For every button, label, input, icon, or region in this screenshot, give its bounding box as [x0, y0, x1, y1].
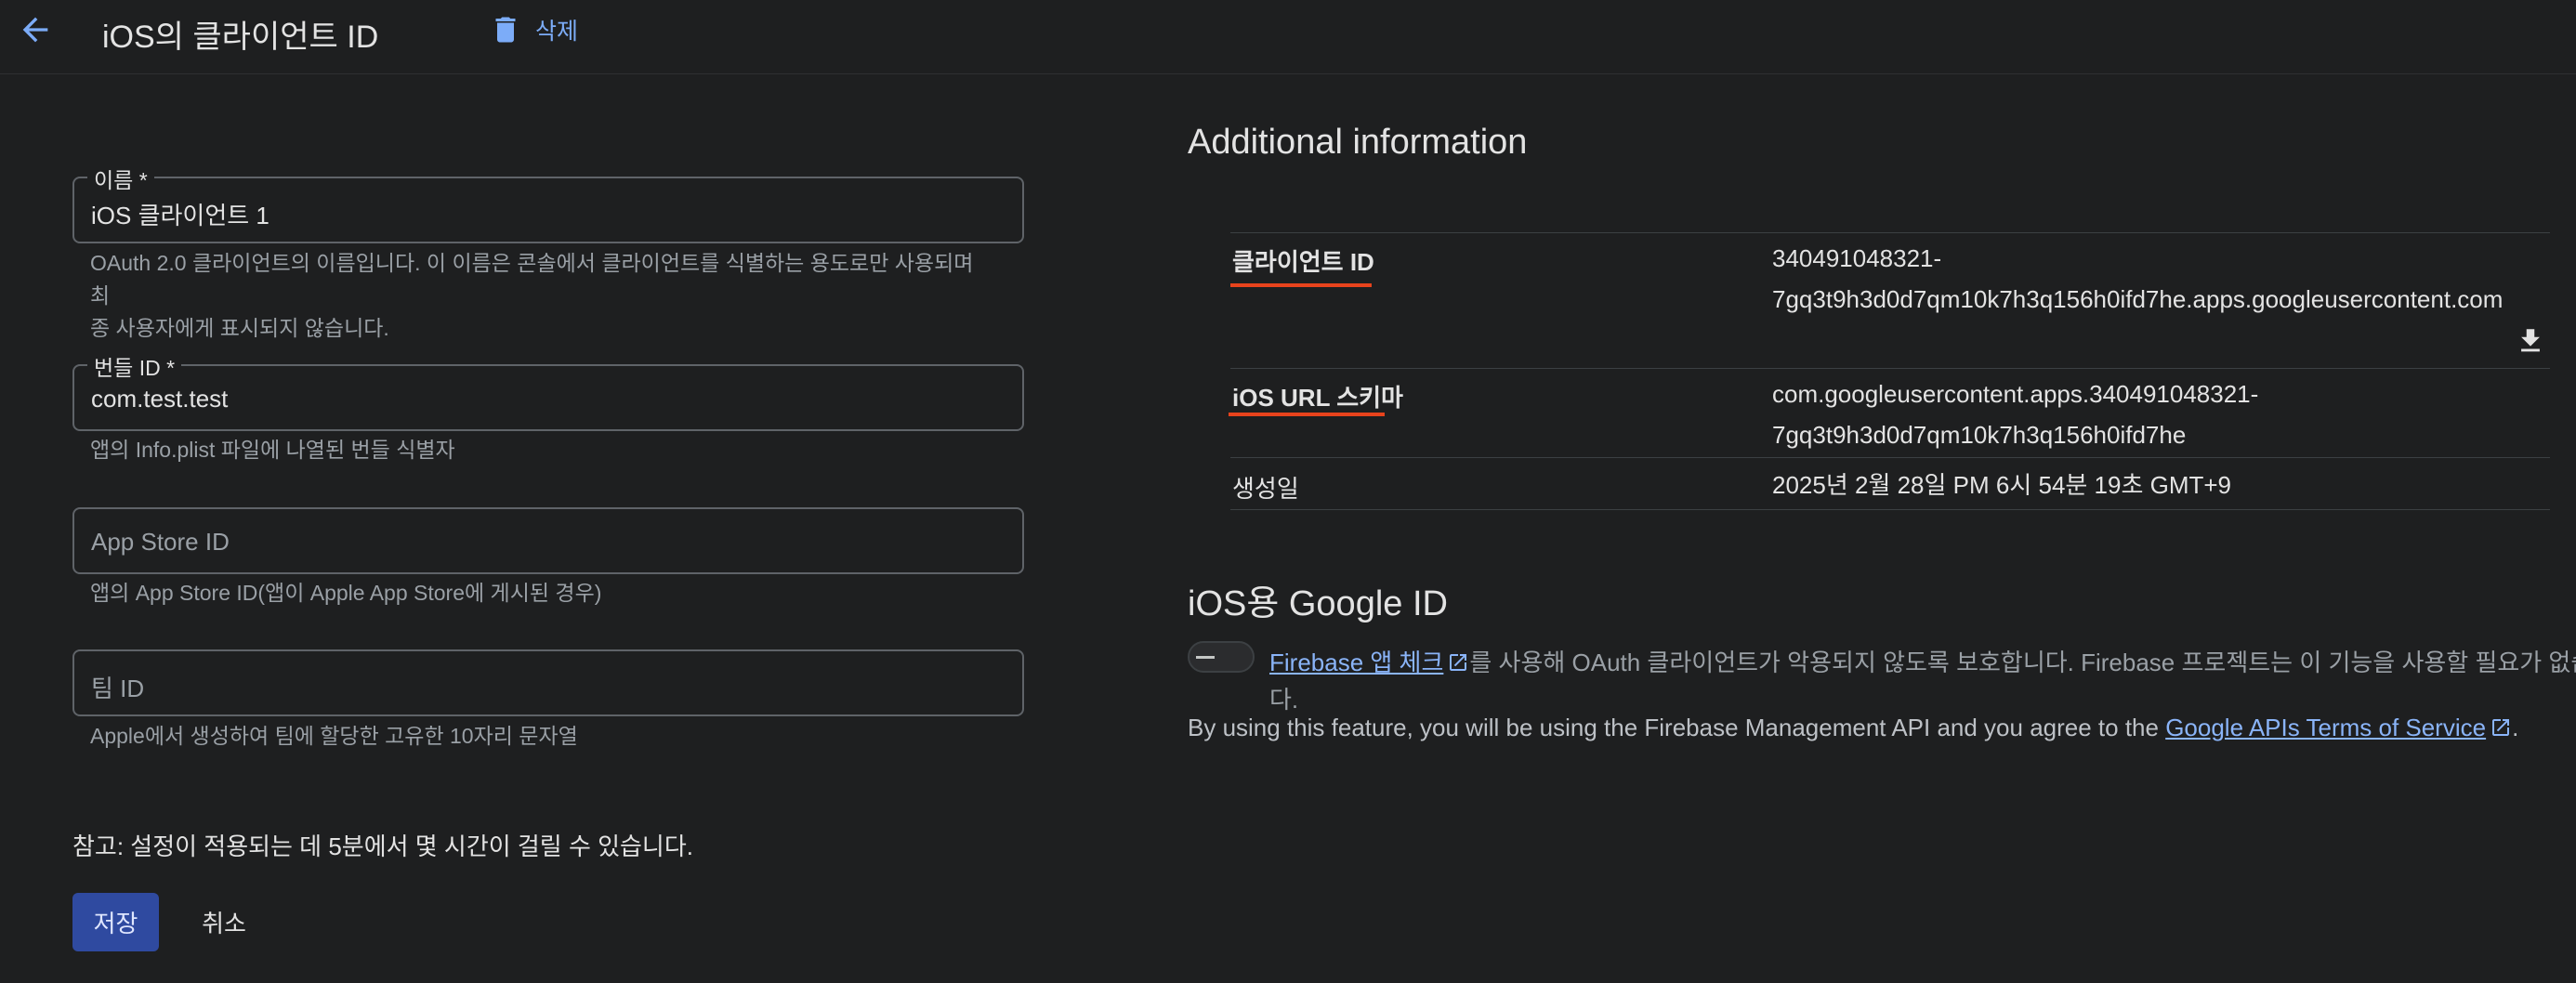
firebase-app-check-link[interactable]: Firebase 앱 체크 [1269, 649, 1443, 676]
google-id-desc-line2: 다. [1269, 686, 1299, 714]
name-hint-line2: 종 사용자에게 표시되지 않습니다. [90, 316, 389, 340]
client-id-line1: 340491048321- [1772, 244, 1942, 272]
url-scheme-line2: 7gq3t9h3d0d7qm10k7h3q156h0ifd7he [1772, 421, 2187, 449]
bundle-id-value: com.test.test [91, 385, 229, 413]
team-id-placeholder: 팀 ID [91, 675, 145, 702]
terms-suffix: . [2512, 714, 2519, 741]
google-id-desc-line1: Firebase 앱 체크 를 사용해 OAuth 클라이언트가 악용되지 않도록… [1269, 644, 2576, 678]
save-button[interactable]: 저장 [72, 893, 159, 951]
download-icon[interactable] [2515, 325, 2546, 357]
client-id-key: 클라이언트 ID [1232, 248, 1374, 276]
bundle-id-label: 번들 ID * [87, 350, 182, 382]
name-value: iOS 클라이언트 1 [91, 202, 269, 229]
name-field[interactable]: 이름 * iOS 클라이언트 1 [72, 163, 1024, 243]
divider [1230, 457, 2550, 458]
client-id-value: 340491048321- 7gq3t9h3d0d7qm10k7h3q156h0… [1772, 238, 2503, 320]
app-store-id-placeholder: App Store ID [91, 528, 230, 556]
terms-line: By using this feature, you will be using… [1188, 714, 2518, 742]
bundle-id-field[interactable]: 번들 ID * com.test.test [72, 350, 1024, 431]
back-button[interactable] [13, 7, 58, 52]
additional-info-title: Additional information [1188, 123, 1528, 162]
arrow-left-icon [22, 17, 48, 43]
google-id-title: iOS용 Google ID [1188, 584, 1448, 623]
google-id-desc-text: 를 사용해 OAuth 클라이언트가 악용되지 않도록 보호합니다. Fireb… [1469, 649, 2576, 676]
terms-of-service-link[interactable]: Google APIs Terms of Service [2165, 714, 2486, 741]
top-bar: iOS의 클라이언트 ID 삭제 [0, 0, 2576, 74]
cancel-button[interactable]: 취소 [182, 893, 266, 951]
terms-prefix: By using this feature, you will be using… [1188, 714, 2166, 741]
url-scheme-value: com.googleusercontent.apps.340491048321-… [1772, 374, 2258, 455]
created-key: 생성일 [1232, 475, 1299, 503]
created-value: 2025년 2월 28일 PM 6시 54분 19초 GMT+9 [1772, 471, 2232, 499]
client-id-underline [1230, 283, 1372, 287]
divider [1230, 509, 2550, 510]
name-label: 이름 * [87, 163, 154, 194]
client-id-line2: 7gq3t9h3d0d7qm10k7h3q156h0ifd7he.apps.go… [1772, 285, 2504, 313]
settings-note: 참고: 설정이 적용되는 데 5분에서 몇 시간이 걸릴 수 있습니다. [72, 832, 694, 860]
url-scheme-line1: com.googleusercontent.apps.340491048321- [1772, 380, 2259, 408]
name-hint: OAuth 2.0 클라이언트의 이름입니다. 이 이름은 콘솔에서 클라이언트… [90, 247, 992, 345]
delete-label: 삭제 [535, 19, 579, 45]
divider [1230, 368, 2550, 369]
team-id-hint: Apple에서 생성하여 팀에 할당한 고유한 10자리 문자열 [90, 724, 578, 748]
app-store-id-field[interactable]: App Store ID [72, 507, 1024, 574]
external-link-icon [2492, 719, 2510, 736]
trash-icon [495, 17, 516, 43]
url-scheme-key: iOS URL 스키마 [1232, 384, 1403, 412]
firebase-app-check-toggle[interactable] [1188, 641, 1255, 673]
toggle-knob [1191, 645, 1219, 669]
divider [1230, 232, 2550, 233]
url-scheme-underline [1229, 413, 1385, 416]
page-title: iOS의 클라이언트 ID [102, 20, 379, 55]
team-id-field[interactable]: 팀 ID [72, 649, 1024, 716]
external-link-icon [1450, 654, 1467, 671]
app-store-id-hint: 앱의 App Store ID(앱이 Apple App Store에 게시된 … [90, 581, 602, 605]
delete-button[interactable]: 삭제 [489, 7, 578, 52]
bundle-id-hint: 앱의 Info.plist 파일에 나열된 번들 식별자 [90, 438, 455, 462]
name-hint-line1: OAuth 2.0 클라이언트의 이름입니다. 이 이름은 콘솔에서 클라이언트… [90, 251, 974, 308]
